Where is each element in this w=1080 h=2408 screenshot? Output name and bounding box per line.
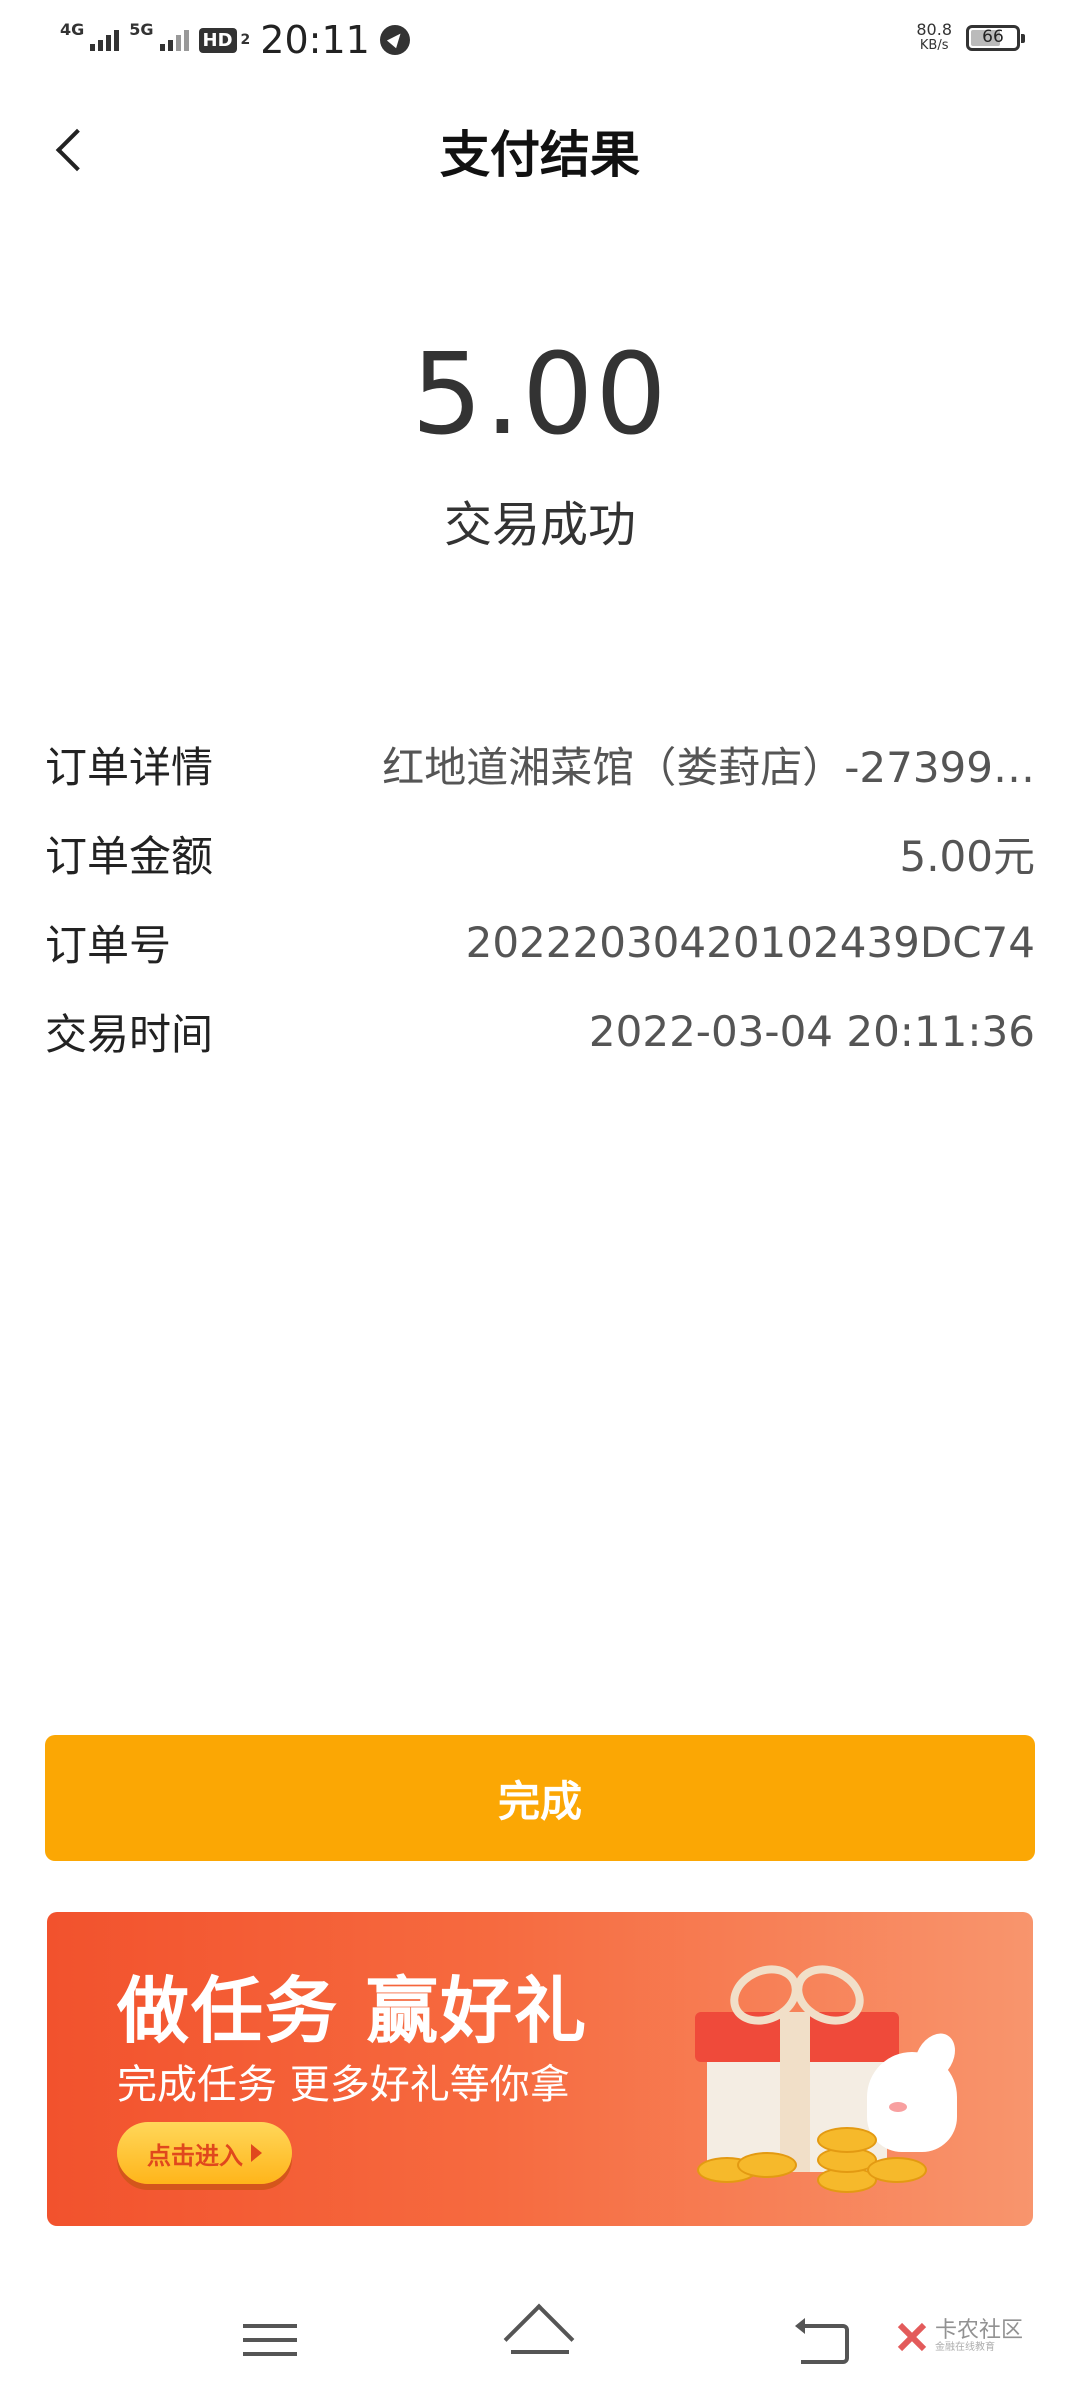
gift-illustration-icon bbox=[667, 1952, 987, 2202]
gift-bow bbox=[737, 1962, 857, 2022]
detail-value: 20222030420102439DC74 bbox=[465, 918, 1035, 967]
coin-icon bbox=[737, 2152, 797, 2178]
detail-label: 交易时间 bbox=[45, 1010, 214, 1059]
watermark-subtitle: 金融在线教育 bbox=[935, 2342, 995, 2353]
detail-row-order-info: 订单详情 红地道湘菜馆（娄葑店）-27399… bbox=[45, 720, 1035, 809]
return-line bbox=[801, 2324, 849, 2364]
signal-2: 5G bbox=[129, 22, 189, 51]
detail-value: 红地道湘菜馆（娄葑店）-27399… bbox=[382, 743, 1035, 792]
promo-banner[interactable]: 做任务 赢好礼 完成任务 更多好礼等你拿 点击进入 bbox=[47, 1912, 1033, 2226]
detail-row-trade-time: 交易时间 2022-03-04 20:11:36 bbox=[45, 987, 1035, 1076]
header: 支付结果 bbox=[0, 95, 1080, 205]
detail-label: 订单金额 bbox=[45, 832, 214, 881]
detail-label: 订单号 bbox=[45, 921, 172, 970]
detail-value: 5.00元 bbox=[899, 832, 1035, 881]
mascot-icon bbox=[867, 2052, 957, 2152]
signal-bars-icon bbox=[159, 29, 189, 51]
gift-ribbon bbox=[780, 2012, 810, 2172]
status-bar: 4G 5G HD 2 20:11 80.8 KB/s 66 bbox=[0, 0, 1080, 80]
detail-label: 订单详情 bbox=[45, 743, 214, 792]
payment-amount: 5.00 bbox=[411, 330, 669, 460]
return-icon[interactable] bbox=[795, 2318, 853, 2364]
battery-icon: 66 bbox=[966, 25, 1025, 51]
status-left: 4G 5G HD 2 20:11 bbox=[60, 18, 410, 62]
play-icon bbox=[251, 2144, 262, 2162]
watermark-title: 卡农社区 bbox=[935, 2318, 1024, 2343]
banner-subtitle: 完成任务 更多好礼等你拿 bbox=[117, 2062, 570, 2108]
watermark-logo-icon bbox=[895, 2320, 929, 2354]
home-icon[interactable] bbox=[503, 2303, 575, 2375]
net-speed: 80.8 KB/s bbox=[916, 22, 952, 54]
payment-status: 交易成功 bbox=[443, 497, 636, 553]
hd-badge: HD bbox=[198, 27, 237, 53]
detail-row-order-number: 订单号 20222030420102439DC74 bbox=[45, 898, 1035, 987]
banner-enter-label: 点击进入 bbox=[147, 2141, 243, 2170]
home-roof bbox=[503, 2303, 575, 2375]
mascot-cheek bbox=[889, 2102, 907, 2112]
system-nav-bar: 卡农社区 金融在线教育 bbox=[0, 2270, 1080, 2408]
compass-icon bbox=[379, 25, 410, 55]
coin-icon bbox=[817, 2127, 877, 2153]
net-speed-unit: KB/s bbox=[919, 38, 949, 53]
status-time: 20:11 bbox=[260, 18, 370, 62]
watermark: 卡农社区 金融在线教育 bbox=[895, 2320, 1023, 2354]
home-base bbox=[511, 2350, 569, 2354]
detail-row-order-amount: 订单金额 5.00元 bbox=[45, 809, 1035, 898]
coin-icon bbox=[867, 2157, 927, 2183]
menu-icon[interactable] bbox=[243, 2320, 297, 2360]
net-speed-value: 80.8 bbox=[916, 20, 952, 39]
battery-level: 66 bbox=[982, 27, 1004, 47]
banner-enter-button[interactable]: 点击进入 bbox=[117, 2122, 292, 2184]
banner-title: 做任务 赢好礼 bbox=[117, 1969, 589, 2053]
signal-bars-icon bbox=[90, 29, 120, 51]
status-right: 80.8 KB/s 66 bbox=[916, 22, 1025, 54]
hd-sub-label: 2 bbox=[240, 32, 251, 48]
done-button-label: 完成 bbox=[497, 1776, 582, 1826]
signal-1: 4G bbox=[60, 22, 120, 51]
order-details: 订单详情 红地道湘菜馆（娄葑店）-27399… 订单金额 5.00元 订单号 2… bbox=[45, 720, 1035, 1076]
page-title: 支付结果 bbox=[440, 126, 640, 184]
signal-2-label: 5G bbox=[129, 20, 154, 39]
detail-value: 2022-03-04 20:11:36 bbox=[588, 1007, 1035, 1056]
return-arrow bbox=[795, 2318, 805, 2334]
signal-1-label: 4G bbox=[60, 20, 85, 39]
done-button[interactable]: 完成 bbox=[45, 1735, 1035, 1861]
